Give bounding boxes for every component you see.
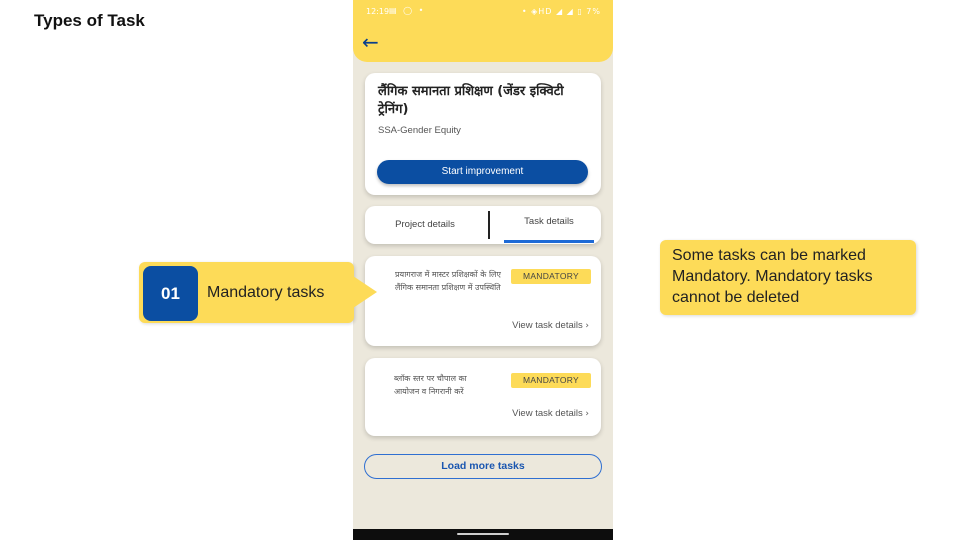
view-task-details-label: View task details bbox=[512, 320, 583, 331]
task-name: प्रयागराज में मास्टर प्रशिक्षकों के लिए … bbox=[395, 270, 501, 292]
mandatory-badge: MANDATORY bbox=[511, 373, 591, 388]
status-time: 12:19 bbox=[366, 7, 390, 16]
project-subtitle: SSA-Gender Equity bbox=[378, 125, 461, 136]
notification-icons: ▤ ◯ • bbox=[389, 6, 426, 15]
system-navigation-bar bbox=[353, 529, 613, 540]
view-task-details-link[interactable]: View task details › bbox=[512, 408, 589, 419]
callout-pointer bbox=[353, 276, 377, 308]
app-header: 12:19 ▤ ◯ • • ◈HD ◢ ◢ ▯ 7% ← bbox=[353, 0, 613, 62]
callout-label: Mandatory tasks bbox=[207, 284, 325, 301]
system-status-icons: • ◈HD ◢ ◢ ▯ 7% bbox=[521, 7, 601, 16]
mandatory-badge: MANDATORY bbox=[511, 269, 591, 284]
phone-screen: 12:19 ▤ ◯ • • ◈HD ◢ ◢ ▯ 7% ← लैंगिक समान… bbox=[353, 0, 613, 540]
load-more-tasks-button[interactable]: Load more tasks bbox=[364, 454, 602, 479]
tab-bar: Project details Task details bbox=[365, 206, 601, 244]
back-arrow-icon[interactable]: ← bbox=[362, 31, 379, 53]
callout-number: 01 bbox=[143, 266, 198, 321]
chevron-right-icon: › bbox=[585, 321, 589, 331]
start-improvement-button[interactable]: Start improvement bbox=[377, 160, 588, 184]
slide-title: Types of Task bbox=[34, 11, 145, 30]
tab-project-details[interactable]: Project details bbox=[365, 206, 485, 244]
home-gesture-handle[interactable] bbox=[457, 533, 509, 535]
project-card: लैंगिक समानता प्रशिक्षण (जेंडर इक्विटी ट… bbox=[365, 73, 601, 195]
mandatory-tasks-callout: 01 Mandatory tasks bbox=[139, 262, 354, 323]
callout-description: Some tasks can be marked Mandatory. Mand… bbox=[672, 247, 873, 306]
mandatory-info-callout: Some tasks can be marked Mandatory. Mand… bbox=[660, 240, 916, 315]
active-tab-indicator bbox=[504, 240, 594, 243]
view-task-details-label: View task details bbox=[512, 408, 583, 419]
task-card[interactable]: ब्लॉक स्तर पर चौपाल का आयोजन व निगरानी क… bbox=[365, 358, 601, 436]
task-card[interactable]: प्रयागराज में मास्टर प्रशिक्षकों के लिए … bbox=[365, 256, 601, 346]
chevron-right-icon: › bbox=[585, 409, 589, 419]
project-title: लैंगिक समानता प्रशिक्षण (जेंडर इक्विटी ट… bbox=[378, 84, 564, 117]
tab-divider bbox=[488, 211, 490, 239]
tab-task-details[interactable]: Task details bbox=[504, 203, 594, 241]
task-name: ब्लॉक स्तर पर चौपाल का आयोजन व निगरानी क… bbox=[394, 374, 467, 396]
view-task-details-link[interactable]: View task details › bbox=[512, 320, 589, 331]
status-bar: 12:19 ▤ ◯ • • ◈HD ◢ ◢ ▯ 7% bbox=[353, 0, 613, 24]
